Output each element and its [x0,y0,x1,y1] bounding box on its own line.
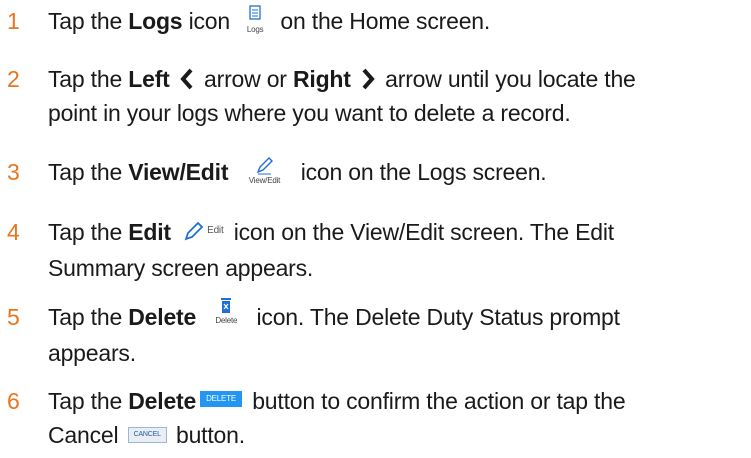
step-text-part: Summary screen appears. [48,254,314,281]
step-bold-term: Delete [128,388,197,414]
step-text-part: Cancel [48,422,125,448]
step-text-part: point in your logs where you want to del… [48,100,571,126]
step-number: 6 [7,388,20,414]
step-text: Tap the Delete Delete icon. The Delete D… [48,297,743,370]
step-text-part: icon on the Logs screen. [300,159,547,185]
step-bold-term: Right [292,66,351,92]
step-text-part: arrow or [204,66,293,92]
chevron-left-icon [179,68,195,90]
step-number: 4 [7,219,20,245]
step-number: 2 [7,66,20,92]
step-text-part: icon [182,8,237,34]
step-text-part: arrow until you locate the [385,66,636,92]
chevron-right-icon [360,68,376,90]
view-edit-icon-caption: View/Edit [248,175,281,185]
pencil-icon: View/Edit [244,156,284,186]
delete-icon-caption: Delete [215,315,238,325]
step-bold-term: Left [128,66,170,92]
delete-button-sample: DELETE [200,390,243,407]
step-bold-term: Edit [128,219,171,245]
step-text-part: button. [169,422,245,448]
step-text-part: Tap the [48,8,129,34]
step-text-part: button to confirm the action or tap the [246,388,626,414]
pencil-icon [183,220,205,242]
step-bold-term: Delete [128,304,197,330]
step-text-part: Tap the [48,159,129,185]
edit-icon-caption: Edit [207,224,224,236]
step-text-part: icon. The Delete Duty Status prompt [256,304,621,330]
logs-icon-caption: Logs [246,24,264,34]
step-text: Tap the View/Edit View/Edit icon on the … [48,155,743,189]
logs-icon: Logs [242,5,268,35]
step-text-part: icon on the View/Edit screen. The Edit [227,219,614,245]
step-bold-term: View/Edit [128,159,229,185]
step-number: 3 [7,159,20,185]
step-text: Tap the Delete DELETE button to confirm t… [48,384,743,452]
step-text-part: on the Home screen. [280,8,491,34]
instructions-page: 1 Tap the Logs icon Logs on the Home scr… [0,0,751,458]
trash-icon: Delete [210,296,242,330]
step-text: Tap the Left arrow or Right arrow until … [48,62,743,130]
step-text-part: Tap the [48,66,129,92]
step-number: 5 [7,304,20,330]
cancel-button-sample: CANCEL [127,426,167,443]
step-text: Tap the Logs icon Logs on the Home scree… [48,4,743,38]
step-bold-term: Logs [128,8,183,34]
step-text-part: Tap the [48,219,129,245]
step-text-part: Tap the [48,388,129,414]
step-text-part: appears. [48,339,136,366]
step-text-part: Tap the [48,304,129,330]
step-text: Tap the Edit Edit icon on the View/Edit … [48,215,743,285]
step-number: 1 [7,8,20,34]
